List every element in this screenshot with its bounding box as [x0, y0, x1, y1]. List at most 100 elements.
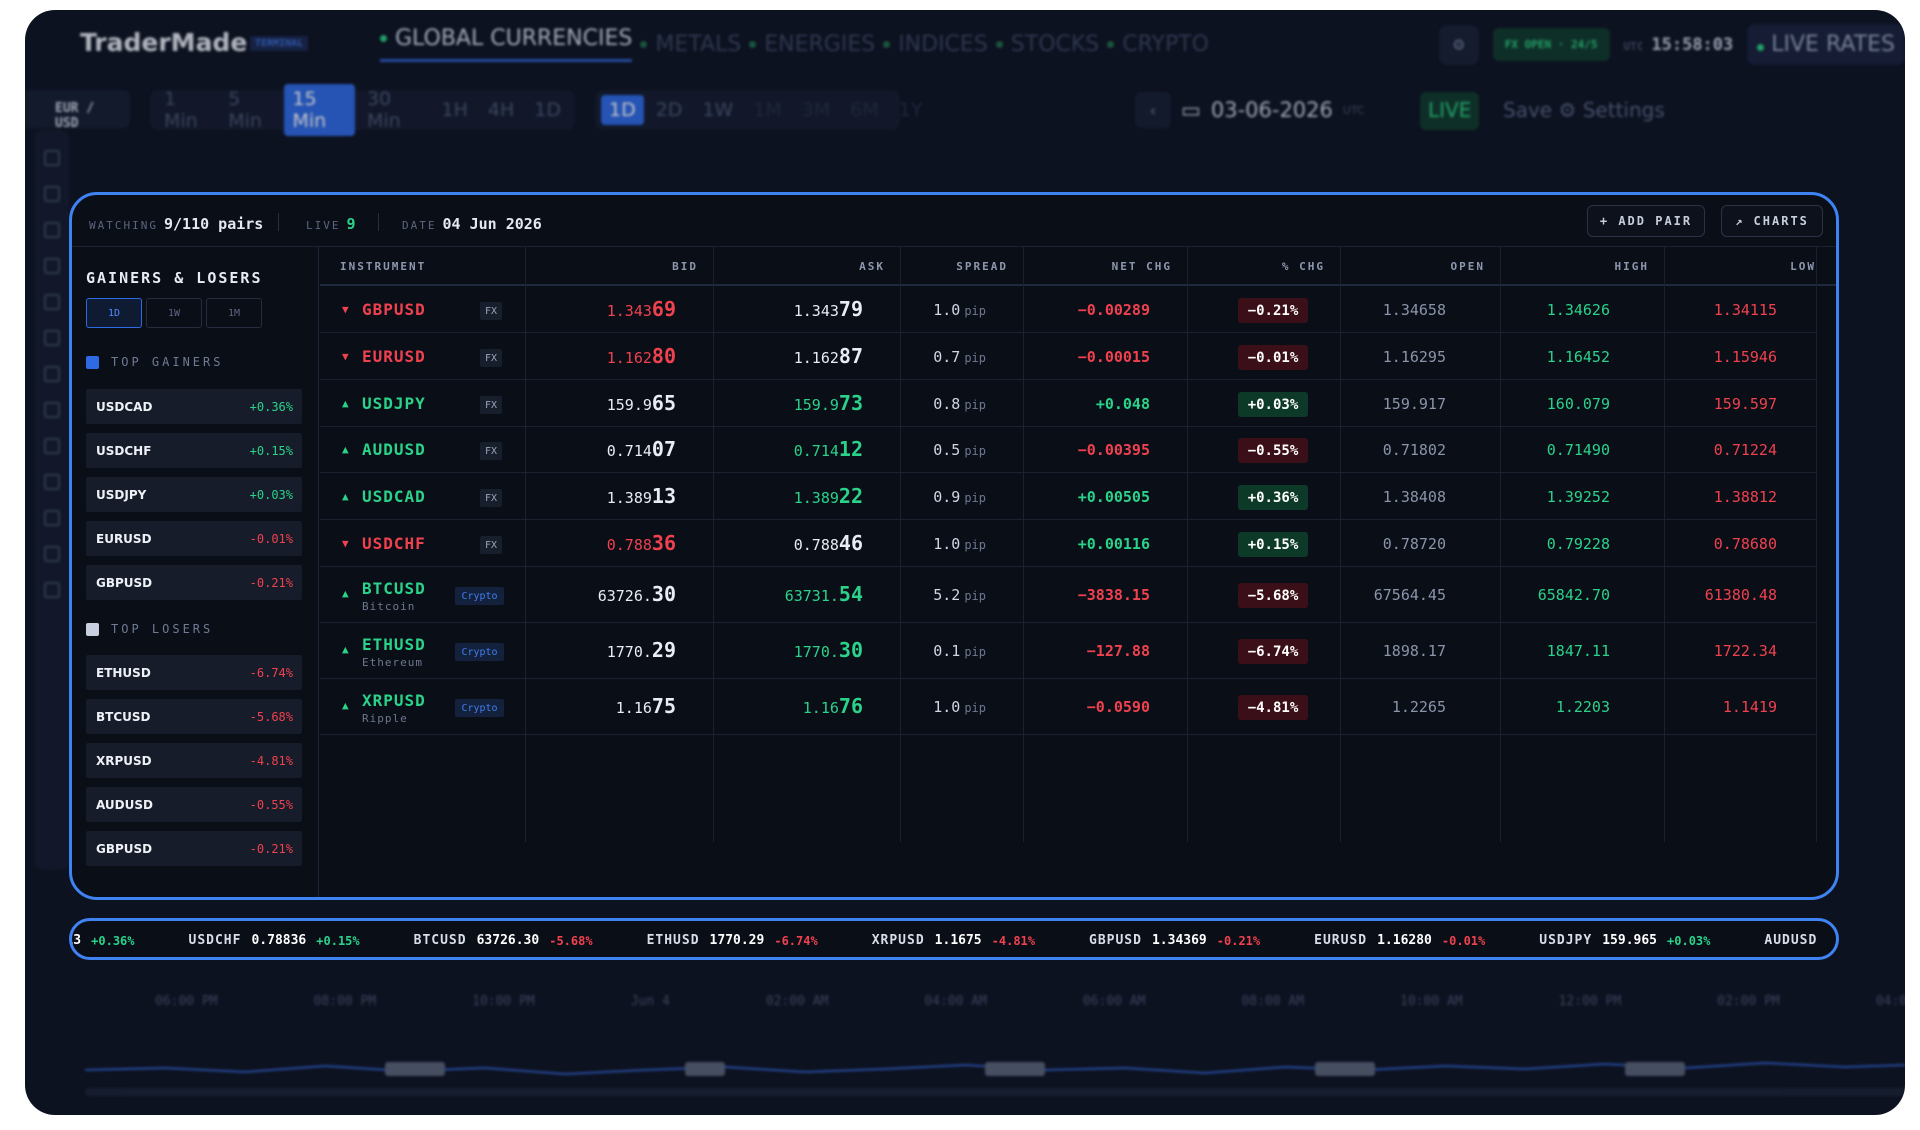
tab-stocks[interactable]: STOCKS	[995, 26, 1099, 62]
gear-icon[interactable]: ⚙	[1438, 24, 1479, 65]
navigator-handle[interactable]	[1315, 1062, 1375, 1076]
table-row[interactable]: ▼ EURUSD FX 1.16280 1.16287 0.7 pip −0.00015 −0.…	[320, 333, 1817, 380]
tab-energies[interactable]: ENERGIES	[749, 26, 875, 62]
ticker-item[interactable]: ETHUSD 1770.29 -6.74%	[647, 933, 818, 948]
instrument-symbol[interactable]: EURUSD	[362, 347, 426, 366]
net-change: −127.88	[1086, 642, 1150, 660]
charts-button[interactable]: ↗ CHARTS	[1721, 205, 1823, 237]
list-item[interactable]: AUDUSD -0.55%	[86, 787, 302, 822]
table-row[interactable]: ▲ BTCUSD Bitcoin Crypto 63726.30 63731.54 5.2 p…	[320, 567, 1817, 623]
ticker-item[interactable]: USDCHF 0.78836 +0.15%	[189, 933, 360, 948]
instrument-symbol[interactable]: ETHUSD	[362, 635, 426, 654]
column-header-bid[interactable]: BID	[672, 260, 698, 273]
ticker-item[interactable]: GBPUSD 1.34369 -0.21%	[1089, 933, 1260, 948]
navigator-handle[interactable]	[685, 1062, 725, 1076]
interval-option[interactable]: 1H	[434, 95, 476, 125]
asset-class-badge: FX	[480, 349, 502, 367]
tool-icon[interactable]	[44, 150, 60, 166]
tool-icon[interactable]	[44, 258, 60, 274]
interval-option[interactable]: 1D	[526, 95, 569, 125]
ticker-item[interactable]: USDJPY 159.965 +0.03%	[1539, 933, 1710, 948]
column-header-net-chg[interactable]: NET CHG	[1112, 260, 1172, 273]
navigator-strip[interactable]	[84, 1030, 1905, 1090]
tab-indices[interactable]: INDICES	[883, 26, 988, 62]
tool-icon[interactable]	[44, 438, 60, 454]
instrument-symbol[interactable]: BTCUSD	[362, 579, 426, 598]
range-option[interactable]: 1W	[694, 95, 741, 125]
interval-option[interactable]: 4H	[480, 95, 522, 125]
period-1d[interactable]: 1D	[86, 298, 142, 328]
ticker-item[interactable]: BTCUSD 63726.30 -5.68%	[414, 933, 593, 948]
tool-icon[interactable]	[44, 582, 60, 598]
column-header-spread[interactable]: SPREAD	[956, 260, 1008, 273]
table-row[interactable]: ▲ AUDUSD FX 0.71407 0.71412 0.5 pip −0.00395 −0.…	[320, 427, 1817, 473]
instrument-symbol[interactable]: GBPUSD	[362, 300, 426, 319]
list-item[interactable]: USDCAD +0.36%	[86, 389, 302, 424]
tool-icon[interactable]	[44, 402, 60, 418]
tool-icon[interactable]	[44, 294, 60, 310]
prev-date-icon[interactable]: ‹	[1135, 92, 1171, 128]
ticker-item[interactable]: AUDUSD	[1764, 933, 1817, 948]
navigator-handle[interactable]	[385, 1062, 445, 1076]
list-item[interactable]: GBPUSD -0.21%	[86, 565, 302, 600]
instrument-symbol[interactable]: USDCAD	[362, 487, 426, 506]
interval-option[interactable]: 15 Min	[284, 84, 355, 136]
instrument-symbol[interactable]: USDJPY	[362, 394, 426, 413]
add-pair-button[interactable]: + ADD PAIR	[1587, 205, 1705, 237]
table-row[interactable]: ▲ ETHUSD Ethereum Crypto 1770.29 1770.30 0.1 pi…	[320, 623, 1817, 679]
date-value[interactable]: 03-06-2026	[1211, 98, 1333, 122]
interval-option[interactable]: 1 Min	[156, 84, 216, 136]
column-header-high[interactable]: HIGH	[1615, 260, 1650, 273]
tool-icon[interactable]	[44, 510, 60, 526]
navigator-scrollbar[interactable]	[85, 1088, 1905, 1096]
column-header-open[interactable]: OPEN	[1451, 260, 1486, 273]
table-row[interactable]: ▼ USDCHF FX 0.78836 0.78846 1.0 pip +0.00116 +0.…	[320, 520, 1817, 567]
tool-icon[interactable]	[44, 474, 60, 490]
tool-icon[interactable]	[44, 546, 60, 562]
ticker-item[interactable]: XRPUSD 1.1675 -4.81%	[872, 933, 1035, 948]
column-header-chg[interactable]: % CHG	[1282, 260, 1325, 273]
table-row[interactable]: ▼ GBPUSD FX 1.34369 1.34379 1.0 pip −0.00289 −0.…	[320, 287, 1817, 333]
table-row[interactable]: ▲ XRPUSD Ripple Crypto 1.1675 1.1676 1.0 pip −0.…	[320, 679, 1817, 735]
live-rates-button[interactable]: LIVE RATES	[1747, 24, 1905, 65]
live-button[interactable]: LIVE	[1420, 92, 1480, 130]
tab-metals[interactable]: METALS	[640, 26, 741, 62]
range-option[interactable]: 6M	[842, 95, 886, 125]
table-row[interactable]: ▲ USDCAD FX 1.38913 1.38922 0.9 pip +0.00505 +0.…	[320, 473, 1817, 520]
period-1w[interactable]: 1W	[146, 298, 202, 328]
list-item[interactable]: GBPUSD -0.21%	[86, 831, 302, 866]
range-option[interactable]: 3M	[794, 95, 838, 125]
column-header-low[interactable]: LOW	[1790, 260, 1816, 273]
list-item[interactable]: EURUSD -0.01%	[86, 521, 302, 556]
navigator-handle[interactable]	[1625, 1062, 1685, 1076]
period-1m[interactable]: 1M	[206, 298, 262, 328]
table-row[interactable]: ▲ USDJPY FX 159.965 159.973 0.8 pip +0.048 +0.03…	[320, 380, 1817, 427]
ticker-item[interactable]: 38913 +0.36%	[72, 933, 135, 948]
column-header-ask[interactable]: ASK	[859, 260, 885, 273]
column-header-instrument[interactable]: INSTRUMENT	[340, 260, 426, 273]
instrument-symbol[interactable]: AUDUSD	[362, 440, 426, 459]
list-item[interactable]: USDCHF +0.15%	[86, 433, 302, 468]
ticker-item[interactable]: EURUSD 1.16280 -0.01%	[1314, 933, 1485, 948]
tab-global-currencies[interactable]: GLOBAL CURRENCIES	[380, 26, 633, 62]
range-option[interactable]: 1Y	[891, 95, 931, 125]
list-item[interactable]: ETHUSD -6.74%	[86, 655, 302, 690]
range-option[interactable]: 1D	[601, 95, 644, 125]
list-item[interactable]: BTCUSD -5.68%	[86, 699, 302, 734]
tab-crypto[interactable]: CRYPTO	[1107, 26, 1209, 62]
instrument-symbol[interactable]: USDCHF	[362, 534, 426, 553]
tool-icon[interactable]	[44, 330, 60, 346]
list-item[interactable]: USDJPY +0.03%	[86, 477, 302, 512]
tool-icon[interactable]	[44, 186, 60, 202]
interval-option[interactable]: 5 Min	[220, 84, 280, 136]
range-option[interactable]: 1M	[745, 95, 789, 125]
list-item[interactable]: XRPUSD -4.81%	[86, 743, 302, 778]
instrument-symbol[interactable]: XRPUSD	[362, 691, 426, 710]
pair-select[interactable]: EUR / USD	[25, 90, 130, 131]
range-option[interactable]: 2D	[648, 95, 691, 125]
interval-option[interactable]: 30 Min	[359, 84, 430, 136]
tool-icon[interactable]	[44, 366, 60, 382]
save-settings-buttons[interactable]: Save ⚙ Settings	[1503, 98, 1665, 122]
navigator-handle[interactable]	[985, 1062, 1045, 1076]
tool-icon[interactable]	[44, 222, 60, 238]
